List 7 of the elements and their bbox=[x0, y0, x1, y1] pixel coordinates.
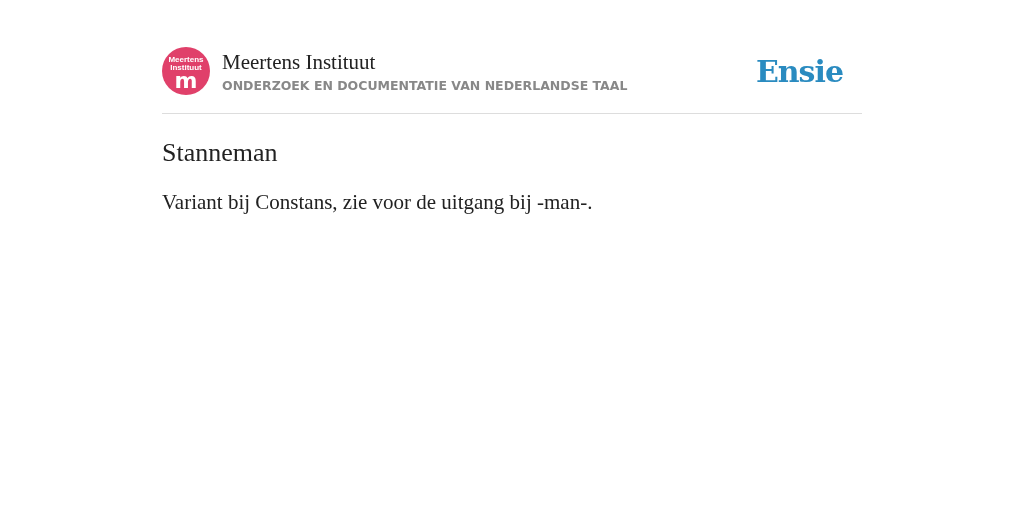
site-title: Meertens Instituut bbox=[222, 49, 377, 74]
site-subtitle: ONDERZOEK EN DOCUMENTATIE VAN NEDERLANDSE TAAL bbox=[222, 77, 628, 93]
article-title: Stanneman bbox=[162, 138, 279, 168]
article-body: Variant bij Constans, zie voor de uitgang bij -man-. bbox=[162, 190, 594, 215]
logo-text: Meertens Instituut bbox=[167, 56, 205, 72]
brand-link[interactable]: Ensie bbox=[755, 53, 843, 89]
logo-letter: m bbox=[174, 72, 198, 90]
